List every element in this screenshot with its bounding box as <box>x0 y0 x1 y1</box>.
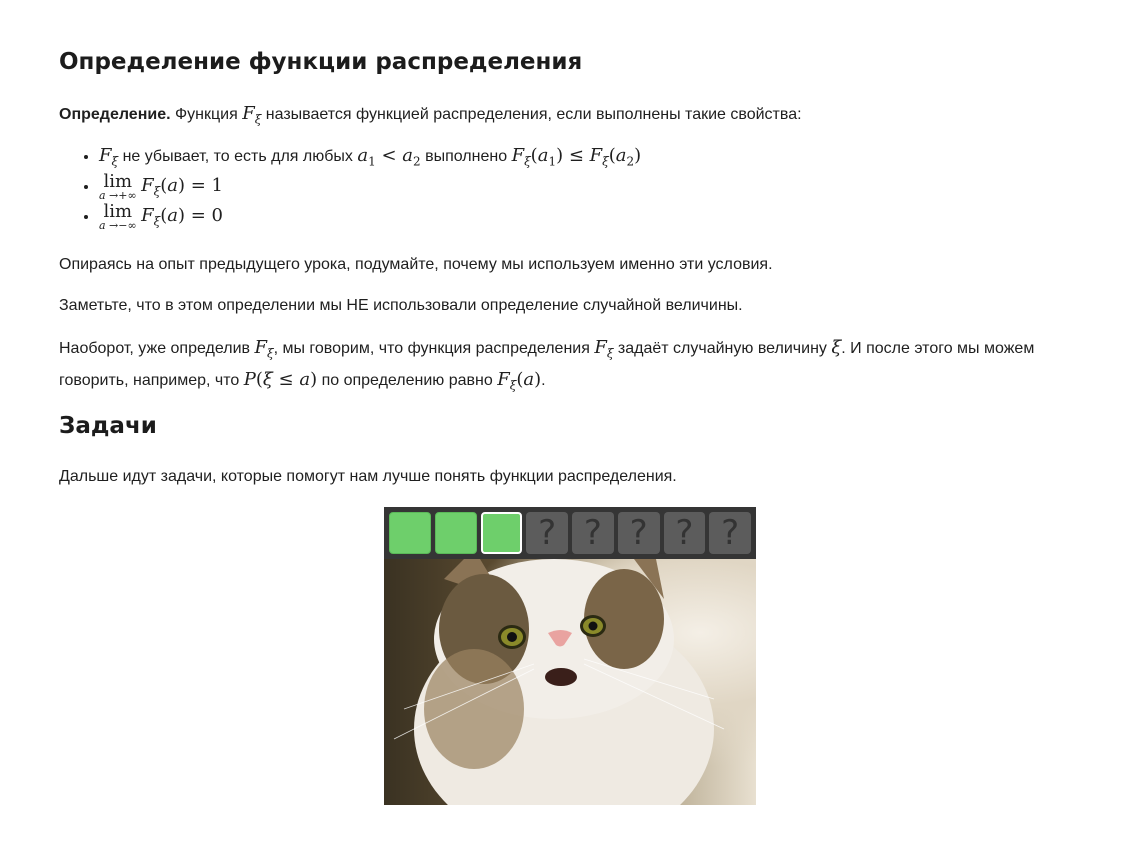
task-tiles: ????? <box>384 507 756 558</box>
property-limit-plus: lima →+∞ Fξ(a) = 1 <box>99 173 641 203</box>
properties-list: Fξ не убывает, то есть для любых a1 < a2… <box>59 143 641 233</box>
task-tile-1[interactable] <box>389 512 431 554</box>
tasks-intro: Дальше идут задачи, которые помогут нам … <box>59 468 677 485</box>
task-tile-6[interactable]: ? <box>617 512 660 554</box>
section-heading-definition: Определение функции распределения <box>59 49 583 75</box>
task-tile-5[interactable]: ? <box>572 512 614 554</box>
math-F-xi: Fξ <box>242 103 262 127</box>
task-progress-widget: ????? <box>384 507 756 805</box>
task-tile-4[interactable]: ? <box>526 512 569 554</box>
surprised-cat-image <box>384 559 756 805</box>
definition-label: Определение. <box>59 106 171 123</box>
task-tile-8[interactable]: ? <box>709 512 752 554</box>
definition-pre: Функция <box>174 106 238 123</box>
paragraph-note: Заметьте, что в этом определении мы НЕ и… <box>59 297 743 314</box>
definition-post: называется функцией распределения, если … <box>265 106 802 123</box>
definition-paragraph: Определение. Функция Fξ называется функц… <box>59 101 1080 133</box>
task-tile-7[interactable]: ? <box>663 512 706 554</box>
section-heading-tasks: Задачи <box>59 413 157 439</box>
property-limit-minus: lima →−∞ Fξ(a) = 0 <box>99 203 641 233</box>
paragraph-experience: Опираясь на опыт предыдущего урока, поду… <box>59 256 773 273</box>
property-monotone: Fξ не убывает, то есть для любых a1 < a2… <box>99 143 641 173</box>
task-tile-3[interactable] <box>480 512 523 554</box>
task-tile-2[interactable] <box>434 512 477 554</box>
paragraph-conversely: Наоборот, уже определив Fξ, мы говорим, … <box>59 337 1035 393</box>
